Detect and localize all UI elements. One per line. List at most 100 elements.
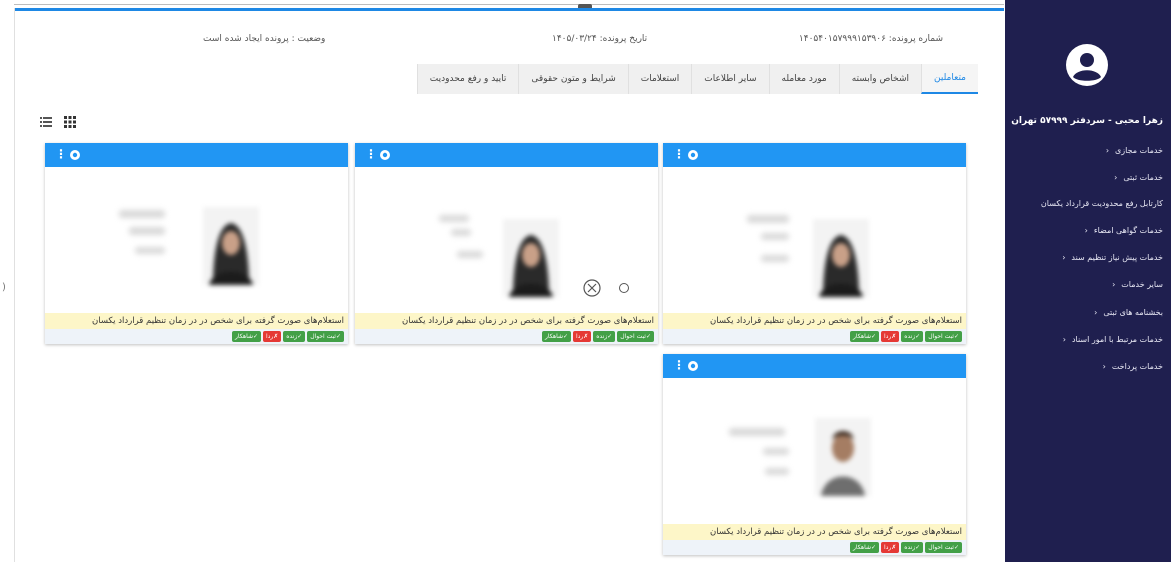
sidebar-item-label: خدمات ثبتی bbox=[1123, 173, 1163, 182]
civil-registry-badge[interactable]: ✓ثبت احوال bbox=[925, 542, 962, 553]
app-root: ) زهرا محبی - سردفتر ۵۷۹۹۹ تهران خدمات م… bbox=[0, 0, 1171, 562]
blurred-text bbox=[765, 468, 789, 475]
person-card: ⋮ استعلام‌های صورت گرفته برای شخص در در … bbox=[663, 143, 966, 344]
reject-badge[interactable]: ✗ردا bbox=[881, 331, 900, 342]
blurred-text bbox=[135, 247, 165, 254]
shahkar-badge[interactable]: ✓شاهکار bbox=[849, 331, 880, 342]
card-body bbox=[45, 167, 348, 313]
shahkar-badge[interactable]: ✓شاهکار bbox=[541, 331, 572, 342]
card-caption: استعلام‌های صورت گرفته برای شخص در در زم… bbox=[663, 524, 966, 540]
sidebar: زهرا محبی - سردفتر ۵۷۹۹۹ تهران خدمات مجا… bbox=[1005, 0, 1171, 562]
tab-inquiries[interactable]: استعلامات bbox=[627, 64, 692, 94]
tab-other-info[interactable]: سایر اطلاعات bbox=[691, 64, 769, 94]
sidebar-item-circulars[interactable]: بخشنامه های ثبتی ‹ bbox=[1094, 308, 1163, 317]
card-actions: ✓ثبت احوال ✓زنده ✗ردا ✓شاهکار bbox=[663, 540, 966, 555]
sidebar-item-other-services[interactable]: سایر خدمات ‹ bbox=[1112, 280, 1163, 289]
chevron-left-icon: ‹ bbox=[1062, 253, 1066, 262]
chevron-left-icon: ‹ bbox=[1105, 146, 1110, 155]
civil-registry-badge[interactable]: ✓ثبت احوال bbox=[925, 331, 962, 342]
person-card: ⋮ استعلام‌های صورت گرفته برای شخص در در … bbox=[45, 143, 348, 344]
view-toggle bbox=[40, 116, 76, 128]
grid-view-icon[interactable] bbox=[64, 116, 76, 128]
blurred-text bbox=[761, 255, 789, 262]
blurred-text bbox=[119, 210, 165, 218]
file-number: شماره پرونده: ۱۴۰۵۴۰۱۵۷۹۹۹۱۵۳۹۰۶ bbox=[798, 34, 943, 44]
eye-icon[interactable] bbox=[69, 149, 81, 161]
eye-icon[interactable] bbox=[379, 149, 391, 161]
kebab-menu-icon[interactable]: ⋮ bbox=[365, 147, 377, 161]
eye-icon[interactable] bbox=[687, 360, 699, 372]
shahkar-badge[interactable]: ✓شاهکار bbox=[849, 542, 880, 553]
user-avatar-icon[interactable] bbox=[1065, 43, 1109, 87]
kebab-menu-icon[interactable]: ⋮ bbox=[673, 147, 685, 161]
reject-badge[interactable]: ✗ردا bbox=[573, 331, 592, 342]
alive-badge[interactable]: ✓زنده bbox=[901, 331, 924, 342]
sidebar-item-label: خدمات گواهی امضاء bbox=[1093, 226, 1163, 235]
sidebar-item-label: خدمات مرتبط با امور اسناد bbox=[1071, 335, 1163, 344]
sidebar-item-prerequisite-services[interactable]: خدمات پیش نیاز تنظیم سند ‹ bbox=[1062, 253, 1163, 262]
chevron-left-icon: ‹ bbox=[1084, 226, 1088, 235]
sidebar-item-document-services[interactable]: خدمات مرتبط با امور اسناد ‹ bbox=[1063, 335, 1163, 344]
card-body bbox=[663, 378, 966, 524]
civil-registry-badge[interactable]: ✓ثبت احوال bbox=[617, 331, 654, 342]
kebab-menu-icon[interactable]: ⋮ bbox=[55, 147, 67, 161]
card-actions: ✓ثبت احوال ✓زنده ✗ردا ✓شاهکار bbox=[45, 329, 348, 344]
card-caption: استعلام‌های صورت گرفته برای شخص در در زم… bbox=[45, 313, 348, 329]
tab-transaction-subject[interactable]: مورد معامله bbox=[768, 64, 839, 94]
card-caption: استعلام‌های صورت گرفته برای شخص در در زم… bbox=[663, 313, 966, 329]
alive-badge[interactable]: ✓زنده bbox=[901, 542, 924, 553]
sidebar-item-payment-services[interactable]: خدمات پرداخت ‹ bbox=[1103, 362, 1163, 371]
card-actions: ✓ثبت احوال ✓زنده ✗ردا ✓شاهکار bbox=[355, 329, 658, 344]
chevron-left-icon: ‹ bbox=[1062, 335, 1066, 344]
person-card: ⋮ استعلام‌های صورت گرفته برای شخص در در … bbox=[355, 143, 658, 344]
tab-approval-restriction[interactable]: تایید و رفع محدودیت bbox=[416, 64, 519, 94]
person-photo bbox=[815, 418, 871, 496]
person-photo bbox=[813, 219, 869, 297]
chevron-left-icon: ‹ bbox=[1112, 280, 1116, 289]
alive-badge[interactable]: ✓زنده bbox=[283, 331, 306, 342]
reject-badge[interactable]: ✗ردا bbox=[881, 542, 900, 553]
blurred-text bbox=[457, 251, 483, 258]
radio-circle-icon[interactable] bbox=[619, 283, 629, 293]
collapse-chevron-icon[interactable]: ) bbox=[2, 282, 6, 293]
card-actions: ✓ثبت احوال ✓زنده ✗ردا ✓شاهکار bbox=[663, 329, 966, 344]
close-circle-icon[interactable] bbox=[583, 279, 601, 297]
user-name: زهرا محبی - سردفتر ۵۷۹۹۹ تهران bbox=[1011, 116, 1163, 126]
kebab-menu-icon[interactable]: ⋮ bbox=[673, 358, 685, 372]
tab-parties[interactable]: متعاملین bbox=[921, 64, 978, 94]
blurred-text bbox=[451, 229, 471, 236]
person-photo bbox=[503, 219, 559, 297]
chevron-left-icon: ‹ bbox=[1102, 362, 1106, 371]
chevron-left-icon: ‹ bbox=[1094, 308, 1098, 317]
civil-registry-badge[interactable]: ✓ثبت احوال bbox=[307, 331, 344, 342]
alive-badge[interactable]: ✓زنده bbox=[593, 331, 616, 342]
content-left-border bbox=[14, 8, 15, 562]
card-header: ⋮ bbox=[355, 143, 658, 167]
sidebar-item-label: سایر خدمات bbox=[1121, 280, 1163, 289]
card-header: ⋮ bbox=[663, 354, 966, 378]
sidebar-item-label: خدمات پرداخت bbox=[1111, 362, 1163, 371]
reject-badge[interactable]: ✗ردا bbox=[263, 331, 282, 342]
blurred-text bbox=[747, 215, 789, 223]
sidebar-item-label: خدمات مجازی bbox=[1115, 146, 1163, 155]
card-body bbox=[355, 167, 658, 313]
sidebar-item-label: بخشنامه های ثبتی bbox=[1103, 308, 1163, 317]
blurred-text bbox=[761, 233, 789, 240]
blurred-text bbox=[729, 428, 785, 436]
chevron-left-icon: ‹ bbox=[1114, 173, 1118, 182]
sidebar-item-restriction-cartable[interactable]: کارتابل رفع محدودیت قرارداد یکسان bbox=[1041, 199, 1163, 208]
shahkar-badge[interactable]: ✓شاهکار bbox=[231, 331, 262, 342]
sidebar-item-signature-services[interactable]: خدمات گواهی امضاء ‹ bbox=[1085, 226, 1163, 235]
sidebar-item-label: خدمات پیش نیاز تنظیم سند bbox=[1071, 253, 1163, 262]
blurred-text bbox=[439, 215, 469, 222]
blurred-text bbox=[763, 448, 789, 455]
list-view-icon[interactable] bbox=[40, 116, 52, 128]
file-date: تاریخ پرونده: ۱۴۰۵/۰۳/۲۴ bbox=[552, 34, 648, 44]
sidebar-item-virtual-services[interactable]: خدمات مجازی ‹ bbox=[1106, 146, 1163, 155]
person-photo bbox=[203, 207, 259, 285]
eye-icon[interactable] bbox=[687, 149, 699, 161]
loading-bar bbox=[14, 8, 1004, 11]
tab-related-persons[interactable]: اشخاص وابسته bbox=[838, 64, 921, 94]
tab-legal-terms[interactable]: شرایط و متون حقوقی bbox=[518, 64, 628, 94]
sidebar-item-registry-services[interactable]: خدمات ثبتی ‹ bbox=[1114, 173, 1163, 182]
